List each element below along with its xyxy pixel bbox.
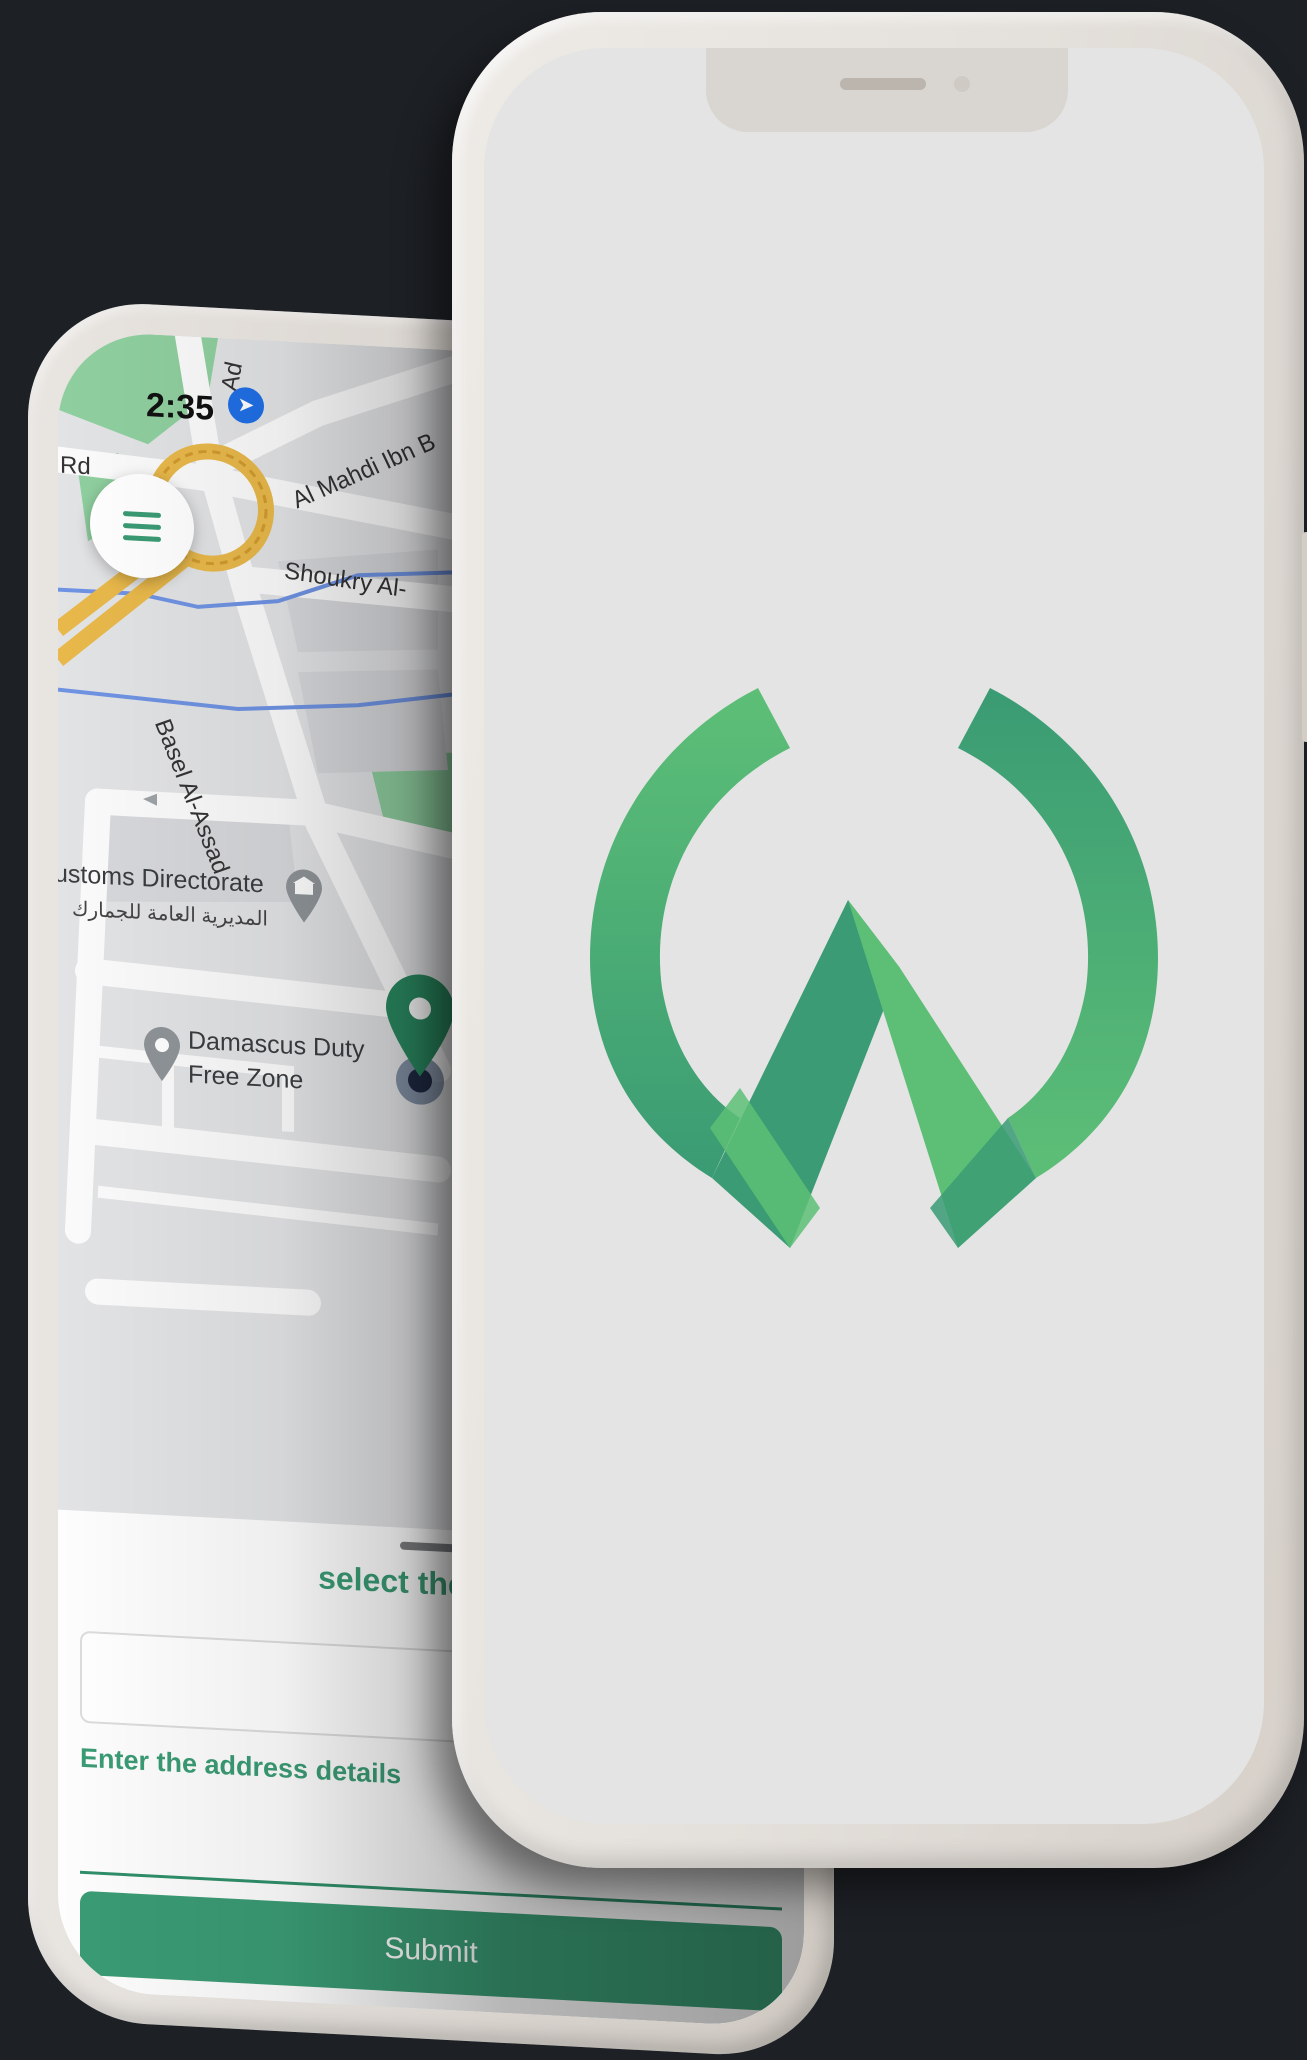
app-w-logo-icon (590, 688, 1158, 1248)
side-button (1302, 532, 1307, 742)
road-label-rd: Rd (60, 451, 91, 481)
hamburger-icon (123, 510, 161, 518)
bank-pin-icon[interactable] (284, 867, 324, 925)
notch (706, 48, 1068, 132)
map-pin-icon[interactable] (142, 1024, 182, 1084)
poi-label-damascus-line2: Free Zone (188, 1060, 304, 1095)
front-phone (452, 12, 1307, 1868)
selected-location-pin-icon[interactable] (380, 966, 460, 1110)
splash-screen (484, 48, 1264, 1824)
address-details-label: Enter the address details (80, 1742, 402, 1790)
submit-button[interactable]: Submit (80, 1890, 782, 2012)
status-bar-time: 2:35 (146, 386, 215, 428)
speaker-grille (840, 78, 926, 90)
hamburger-icon-line (123, 534, 161, 542)
hamburger-icon-line (123, 522, 161, 530)
camera-icon (954, 76, 970, 92)
